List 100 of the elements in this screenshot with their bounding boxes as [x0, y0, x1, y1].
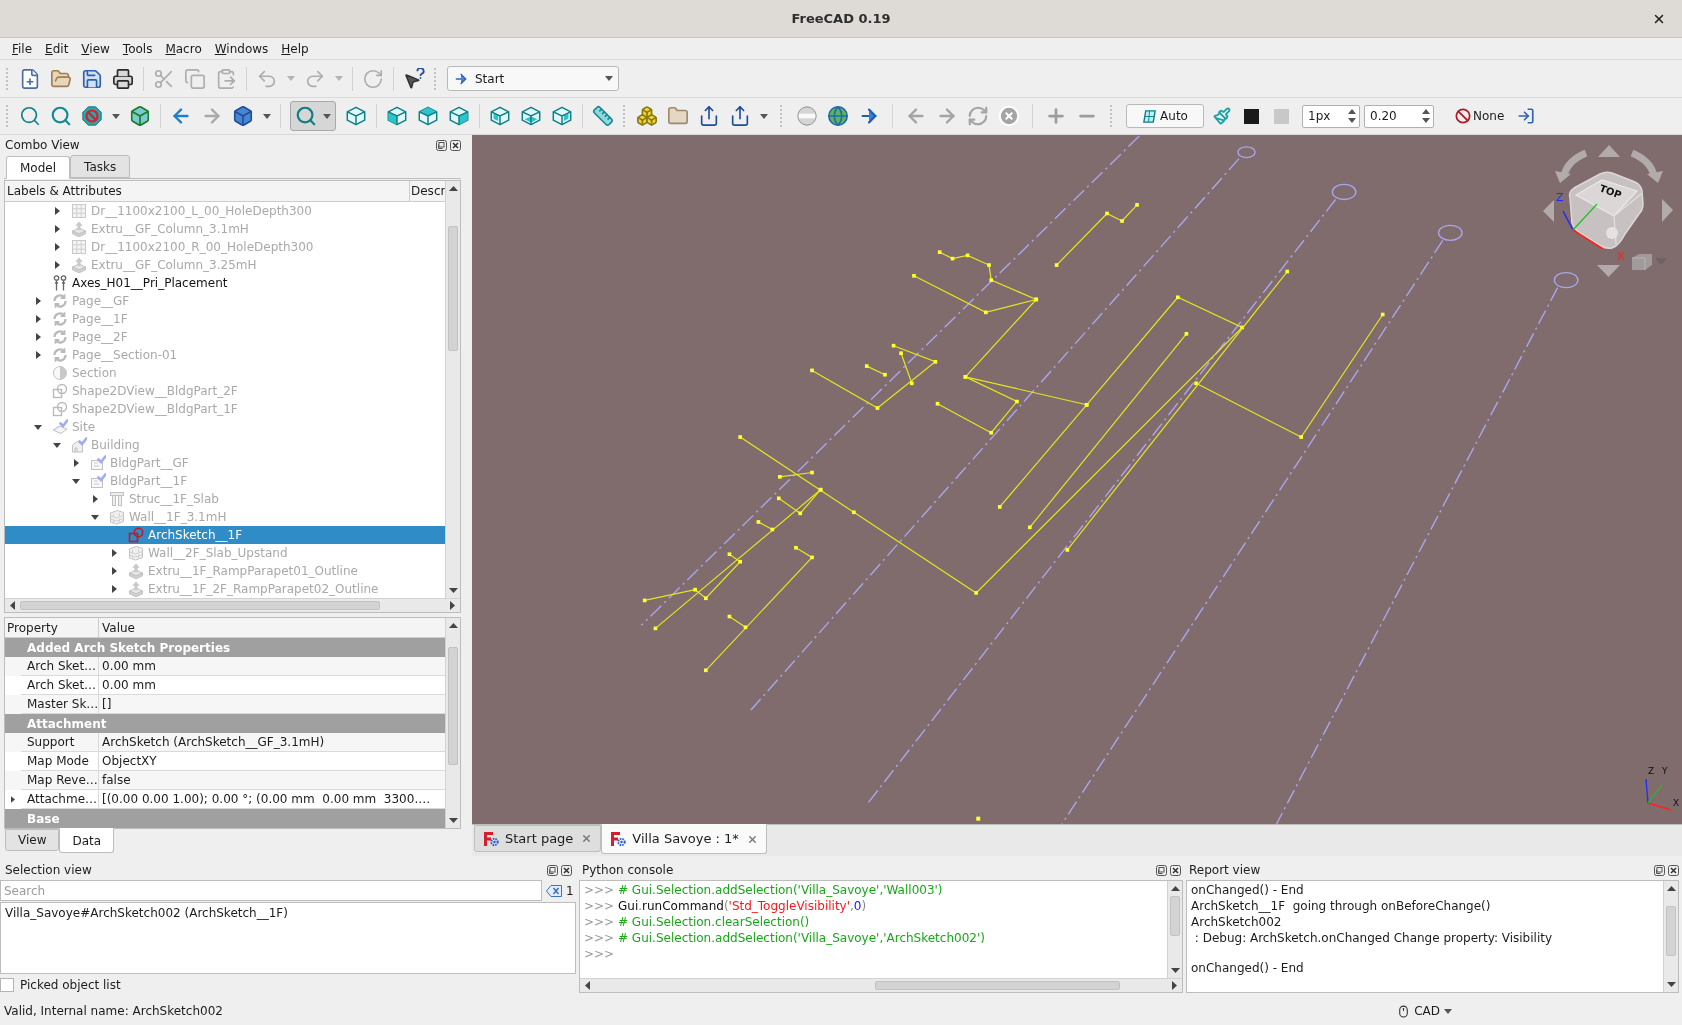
float-icon[interactable]: [547, 864, 558, 876]
share-icon[interactable]: [729, 105, 751, 127]
brush-icon[interactable]: [1213, 107, 1231, 125]
cube-icon[interactable]: [448, 105, 470, 127]
triangle-down-icon[interactable]: [91, 514, 99, 520]
arrow-left-icon[interactable]: [1543, 200, 1554, 222]
triangle-right-icon[interactable]: [450, 601, 455, 610]
document-tab[interactable]: Villa Savoye : 1*: [601, 824, 767, 854]
close-icon[interactable]: [561, 864, 572, 876]
triangle-right-icon[interactable]: [35, 315, 41, 323]
arrow-up-icon[interactable]: [1598, 145, 1620, 157]
rotate-left-icon[interactable]: [1555, 149, 1588, 183]
toolbar-grip[interactable]: [1110, 105, 1114, 127]
triangle-right-icon[interactable]: [73, 459, 79, 467]
scrollbar-thumb[interactable]: [20, 601, 380, 610]
blocks-icon[interactable]: [636, 105, 658, 127]
arrow-down-icon[interactable]: [1597, 265, 1620, 277]
triangle-right-icon[interactable]: [92, 495, 98, 503]
menu-item[interactable]: Macro: [160, 39, 207, 58]
search-field[interactable]: Search: [0, 880, 542, 901]
workbench-dropdown[interactable]: Start: [447, 66, 619, 91]
cube-icon[interactable]: [551, 105, 573, 127]
scrollbar-thumb[interactable]: [448, 226, 458, 351]
toolbar-grip[interactable]: [623, 105, 627, 127]
caret-icon[interactable]: [760, 113, 768, 119]
clear-icon[interactable]: [546, 884, 562, 897]
3d-viewport[interactable]: TOP Z X Z Y X: [472, 135, 1682, 824]
help-pointer-icon[interactable]: [403, 67, 425, 90]
vertical-scrollbar[interactable]: [1663, 881, 1678, 992]
triangle-down-icon[interactable]: [448, 588, 458, 593]
column-header[interactable]: Property: [5, 618, 99, 637]
triangle-right-icon[interactable]: [54, 243, 60, 251]
scrollbar-thumb[interactable]: [875, 981, 1120, 990]
triangle-down-icon[interactable]: [34, 424, 42, 430]
tab[interactable]: View: [5, 829, 60, 851]
share-icon[interactable]: [698, 105, 720, 127]
toolbar-grip[interactable]: [434, 67, 438, 90]
triangle-right-icon[interactable]: [35, 333, 41, 341]
magnifier-icon[interactable]: [295, 105, 317, 127]
column-header[interactable]: Value: [99, 618, 445, 637]
checkbox[interactable]: [0, 978, 14, 992]
triangle-right-icon[interactable]: [54, 261, 60, 269]
dropdown-button[interactable]: None: [1451, 104, 1509, 128]
globe-icon[interactable]: [827, 105, 849, 127]
magnifier-icon[interactable]: [19, 105, 41, 127]
magnifier-icon[interactable]: [50, 105, 72, 127]
spin-arrows-icon[interactable]: [1348, 109, 1356, 123]
box-icon[interactable]: [129, 105, 151, 127]
list-item[interactable]: Villa_Savoye#ArchSketch002 (ArchSketch__1F): [5, 904, 288, 922]
printer-icon[interactable]: [112, 67, 134, 90]
triangle-right-icon[interactable]: [111, 567, 117, 575]
caret-icon[interactable]: [1444, 1008, 1452, 1014]
ruler-icon[interactable]: [592, 105, 614, 127]
toolbar-grip[interactable]: [6, 105, 10, 127]
float-icon[interactable]: [1654, 864, 1665, 876]
navigation-style-button[interactable]: CAD: [1397, 1002, 1452, 1020]
horizontal-scrollbar[interactable]: [580, 978, 1182, 992]
tab[interactable]: Data: [59, 828, 115, 853]
triangle-right-icon[interactable]: [111, 549, 117, 557]
triangle-right-icon[interactable]: [1172, 981, 1177, 990]
column-header[interactable]: Labels & Attributes: [5, 181, 410, 201]
triangle-up-icon[interactable]: [1666, 886, 1676, 891]
scrollbar-thumb[interactable]: [448, 647, 458, 765]
triangle-down-icon[interactable]: [53, 442, 61, 448]
mode-button[interactable]: Auto: [1126, 104, 1204, 128]
float-icon[interactable]: [1156, 864, 1167, 876]
triangle-right-icon[interactable]: [54, 225, 60, 233]
caret-icon[interactable]: [605, 76, 613, 81]
cube-icon[interactable]: [386, 105, 408, 127]
cube-icon[interactable]: [345, 105, 367, 127]
checkbox-label[interactable]: Picked object list: [20, 976, 121, 994]
close-icon[interactable]: [1170, 864, 1181, 876]
float-icon[interactable]: [436, 139, 447, 151]
close-icon[interactable]: [1668, 864, 1679, 876]
spin-arrows-icon[interactable]: [1422, 109, 1430, 123]
save-icon[interactable]: [81, 67, 103, 90]
scrollbar-thumb[interactable]: [1666, 906, 1676, 956]
tab[interactable]: Model: [6, 156, 71, 179]
box-icon[interactable]: [232, 105, 254, 127]
triangle-up-icon[interactable]: [448, 186, 458, 191]
triangle-down-icon[interactable]: [72, 478, 80, 484]
vertical-scrollbar[interactable]: [1167, 881, 1182, 978]
menu-item[interactable]: Edit: [40, 39, 74, 58]
rotate-right-icon[interactable]: [1630, 149, 1663, 183]
tab[interactable]: Tasks: [70, 155, 131, 178]
folder-icon[interactable]: [667, 105, 689, 127]
triangle-right-icon[interactable]: [54, 207, 60, 215]
document-tab[interactable]: Start page: [474, 825, 602, 852]
navigation-cube-drawing[interactable]: [1543, 145, 1673, 277]
close-icon[interactable]: [450, 139, 461, 151]
horizontal-scrollbar[interactable]: [5, 598, 460, 612]
spin-box[interactable]: 1px: [1302, 104, 1360, 128]
caret-icon[interactable]: [263, 113, 271, 119]
scrollbar-thumb[interactable]: [1170, 896, 1180, 936]
cube-icon[interactable]: [520, 105, 542, 127]
triangle-right-icon[interactable]: [35, 351, 41, 359]
menu-item[interactable]: File: [7, 39, 38, 58]
box-zoom-button[interactable]: [290, 101, 336, 131]
menu-item[interactable]: Help: [276, 39, 314, 58]
menu-item[interactable]: Tools: [117, 39, 158, 58]
